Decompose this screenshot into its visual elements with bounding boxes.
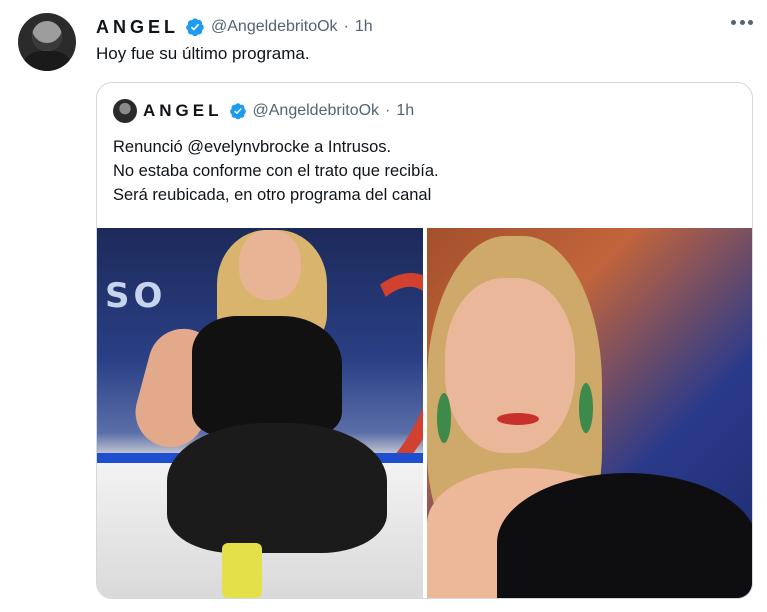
tweet-timestamp[interactable]: 1h xyxy=(355,18,373,36)
separator-dot: · xyxy=(385,102,391,119)
quoted-text-line: Será reubicada, en otro programa del can… xyxy=(113,186,432,204)
tweet-header: ANGEL @AngeldebritoOk · 1h xyxy=(96,14,373,40)
quoted-tweet-header: ANGEL @AngeldebritoOk · 1h xyxy=(113,99,414,123)
separator-dot: · xyxy=(343,18,349,35)
studio-sign: SO xyxy=(105,276,167,316)
quoted-author-avatar[interactable] xyxy=(113,99,137,123)
author-avatar[interactable] xyxy=(18,13,76,71)
photo-left[interactable]: SO xyxy=(97,228,423,598)
verified-badge-icon xyxy=(186,18,204,37)
quoted-tweet-timestamp: 1h xyxy=(396,102,415,119)
photo-right[interactable] xyxy=(426,228,752,598)
author-handle[interactable]: @AngeldebritoOk xyxy=(211,18,338,36)
quoted-author-name: ANGEL xyxy=(143,101,223,120)
tweet-text: Hoy fue su último programa. xyxy=(96,44,310,63)
more-options-icon[interactable] xyxy=(731,14,753,30)
quoted-tweet-text: Renunció @evelynvbrocke a Intrusos. No e… xyxy=(113,135,439,207)
quoted-tweet[interactable]: ANGEL @AngeldebritoOk · 1h Renunció @eve… xyxy=(96,82,753,599)
quoted-author-handle: @AngeldebritoOk xyxy=(252,102,380,119)
quoted-text-line: No estaba conforme con el trato que reci… xyxy=(113,162,439,180)
author-name[interactable]: ANGEL xyxy=(96,17,179,38)
quoted-text-line: Renunció @evelynvbrocke a Intrusos. xyxy=(113,138,392,156)
verified-badge-icon xyxy=(229,103,246,120)
media-grid: SO xyxy=(97,228,752,598)
